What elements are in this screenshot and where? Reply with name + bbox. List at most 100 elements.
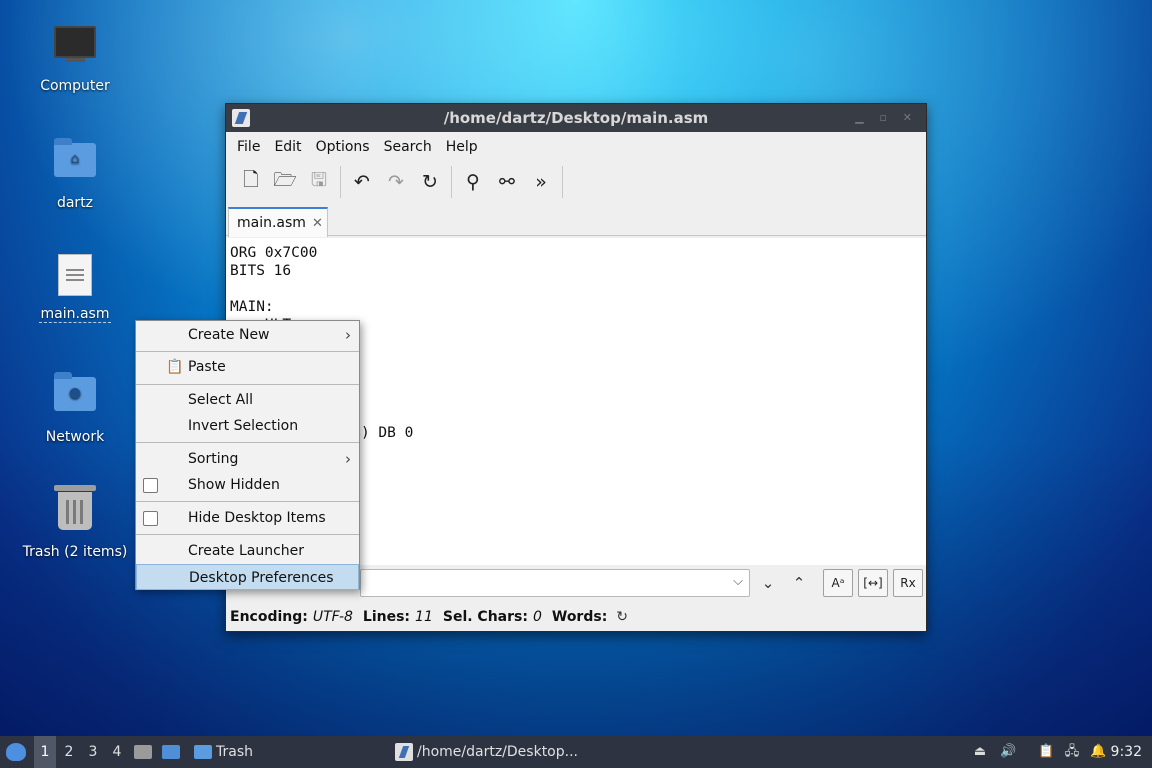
code-line: ORG 0x7C00	[230, 245, 318, 261]
refresh-icon[interactable]: ↻	[616, 609, 628, 625]
network-icon[interactable]: 🖧	[1064, 744, 1080, 760]
find-icon[interactable]: ⚲	[456, 165, 490, 199]
menu-item-label: Paste	[188, 359, 226, 375]
desktop-icon-label: dartz	[56, 195, 94, 211]
clipboard-icon: 📋	[166, 359, 184, 375]
tab-main-asm[interactable]: main.asm ✕	[228, 207, 328, 237]
menu-item-invert-selection[interactable]: Invert Selection	[136, 413, 359, 439]
task-label: Trash	[216, 744, 253, 760]
menu-separator	[136, 351, 359, 352]
folder-icon	[194, 745, 212, 759]
open-folder-icon[interactable]: 🗁	[268, 165, 302, 199]
workspace-3[interactable]: 3	[82, 736, 104, 768]
menu-item-label: Sorting	[188, 451, 239, 467]
eject-icon[interactable]: ⏏	[972, 744, 988, 760]
tab-bar: main.asm ✕	[226, 202, 926, 237]
reload-icon[interactable]: ↻	[413, 165, 447, 199]
taskbar: 1 2 3 4 Trash /home/dartz/Desktop... ⏏ 🔊…	[0, 736, 1152, 768]
menu-file[interactable]: File	[230, 132, 267, 162]
save-icon[interactable]: 🖫	[302, 165, 336, 199]
menu-item-create-new[interactable]: Create New ›	[136, 322, 359, 348]
menu-item-sorting[interactable]: Sorting ›	[136, 446, 359, 472]
toolbar: 🗋 🗁 🖫 ↶ ↷ ↻ ⚲ ⚯ »	[226, 162, 926, 202]
show-desktop-icon[interactable]	[162, 736, 184, 768]
menu-item-label: Create New	[188, 327, 270, 343]
menu-item-label: Create Launcher	[188, 543, 305, 559]
home-folder-icon: ⌂	[51, 138, 99, 191]
menu-item-select-all[interactable]: Select All	[136, 387, 359, 413]
undo-icon[interactable]: ↶	[345, 165, 379, 199]
menu-item-create-launcher[interactable]: Create Launcher	[136, 538, 359, 564]
redo-icon[interactable]: ↷	[379, 165, 413, 199]
start-menu-button[interactable]	[4, 736, 28, 768]
tab-label: main.asm	[237, 215, 306, 231]
find-previous-icon[interactable]: ⌃	[787, 571, 811, 595]
find-next-icon[interactable]: ⌄	[756, 571, 780, 595]
desktop-icon-network[interactable]: ● Network	[10, 369, 140, 445]
more-icon[interactable]: »	[524, 165, 558, 199]
chevron-down-icon[interactable]: ⌵	[733, 574, 743, 589]
chevron-right-icon: ›	[345, 450, 351, 468]
toolbar-separator	[340, 166, 341, 198]
desktop-icon-label: Trash (2 items)	[22, 544, 128, 560]
whole-word-icon[interactable]: [↔]	[858, 569, 888, 597]
search-input[interactable]: ⌵	[360, 569, 750, 597]
menu-item-label: Hide Desktop Items	[188, 510, 326, 526]
menu-edit[interactable]: Edit	[267, 132, 308, 162]
menu-item-label: Select All	[188, 392, 253, 408]
lines-value: 11	[415, 609, 433, 625]
clipboard-icon[interactable]: 📋	[1038, 744, 1054, 760]
workspace-4[interactable]: 4	[106, 736, 128, 768]
close-icon[interactable]: ✕	[312, 216, 323, 231]
text-editor-icon	[395, 743, 413, 761]
desktop-icon-label: main.asm	[38, 306, 112, 323]
desktop-icon-trash[interactable]: Trash (2 items)	[10, 485, 140, 560]
code-line: MAIN:	[230, 299, 274, 315]
desktop-icon-label: Computer	[40, 78, 110, 94]
menu-separator	[136, 442, 359, 443]
code-line: BITS 16	[230, 263, 292, 279]
menu-item-hide-desktop-items[interactable]: Hide Desktop Items	[136, 505, 359, 531]
task-trash[interactable]: Trash	[194, 736, 253, 768]
sel-chars-value: 0	[532, 609, 542, 625]
volume-icon[interactable]: 🔊	[1000, 744, 1016, 760]
toolbar-separator	[451, 166, 452, 198]
menu-item-paste[interactable]: 📋 Paste	[136, 354, 359, 380]
file-manager-launcher-icon[interactable]	[134, 736, 154, 768]
distro-logo-icon	[6, 743, 26, 761]
new-file-icon[interactable]: 🗋	[234, 165, 268, 199]
regex-icon[interactable]: Rx	[893, 569, 923, 597]
computer-icon	[51, 26, 99, 74]
notification-icon[interactable]: 🔔	[1090, 744, 1106, 760]
encoding-label: Encoding:	[230, 609, 308, 625]
menu-item-desktop-preferences[interactable]: Desktop Preferences	[136, 564, 359, 590]
task-label: /home/dartz/Desktop...	[417, 744, 578, 760]
desktop-icon-dartz[interactable]: ⌂ dartz	[10, 135, 140, 211]
text-editor-icon	[232, 109, 250, 127]
menu-help[interactable]: Help	[439, 132, 485, 162]
match-case-icon[interactable]: Aᵃ	[823, 569, 853, 597]
window-titlebar[interactable]: /home/dartz/Desktop/main.asm ▁ ▫ ✕	[226, 104, 926, 132]
workspace-1[interactable]: 1	[34, 736, 56, 768]
desktop-icon-computer[interactable]: Computer	[10, 18, 140, 94]
network-folder-icon: ●	[51, 372, 99, 425]
desktop-icon-label: Network	[45, 429, 105, 445]
menu-search[interactable]: Search	[377, 132, 439, 162]
workspace-2[interactable]: 2	[58, 736, 80, 768]
menubar: File Edit Options Search Help	[226, 132, 926, 162]
lines-label: Lines:	[362, 609, 411, 625]
show-hidden-checkbox[interactable]	[143, 478, 158, 493]
toolbar-separator	[562, 166, 563, 198]
find-replace-icon[interactable]: ⚯	[490, 165, 524, 199]
hide-desktop-items-checkbox[interactable]	[143, 511, 158, 526]
menu-item-label: Show Hidden	[188, 477, 280, 493]
encoding-value: UTF-8	[312, 609, 353, 625]
menu-options[interactable]: Options	[309, 132, 377, 162]
task-editor[interactable]: /home/dartz/Desktop...	[395, 736, 578, 768]
window-controls[interactable]: ▁ ▫ ✕	[855, 104, 918, 132]
menu-item-label: Desktop Preferences	[189, 570, 334, 586]
menu-item-show-hidden[interactable]: Show Hidden	[136, 472, 359, 498]
clock[interactable]: 9:32	[1111, 736, 1142, 768]
menu-separator	[136, 534, 359, 535]
desktop-icon-main-asm[interactable]: main.asm	[10, 252, 140, 323]
